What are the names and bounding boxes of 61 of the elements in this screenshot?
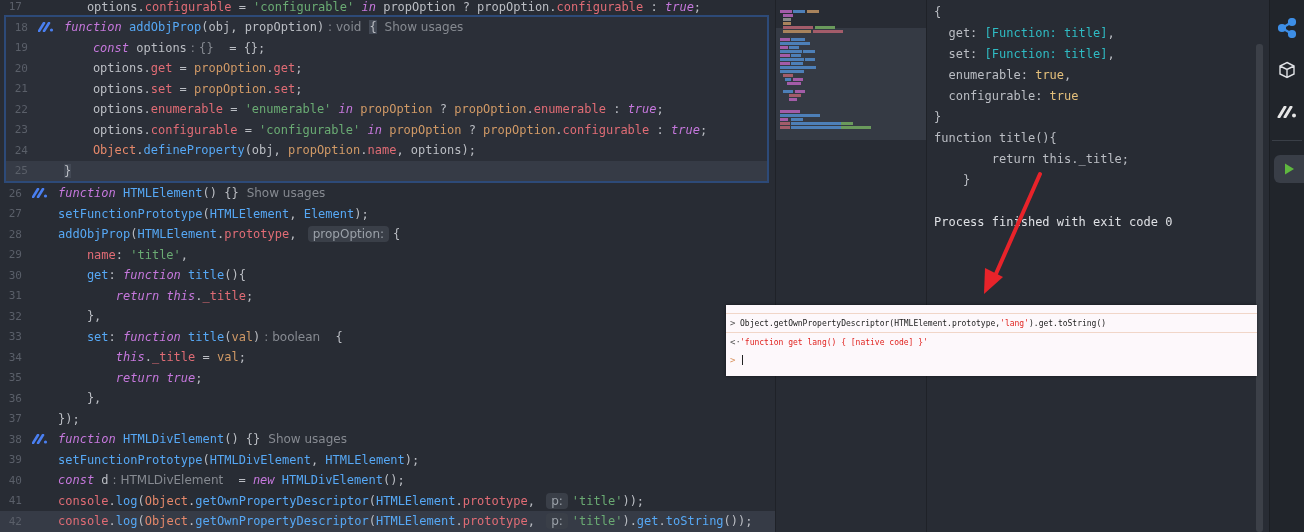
type-hint: : HTMLDivElement [112,473,224,488]
run-button[interactable] [1274,155,1304,183]
console-output-line: { [934,4,943,21]
console-entry: Object.getOwnPropertyDescriptor(HTMLElement.prototype,'lang').get.toString() [740,318,1107,328]
code-text: } [64,163,72,178]
code-text: = {}; [228,40,266,55]
type-hint: : boolean [264,329,321,344]
console-output-line: get: [Function: title], [947,25,1116,42]
code-text: }); [58,411,80,426]
code-text: { [334,329,343,344]
console-output-line: return this._title; [990,151,1131,168]
code-text: addObjProp(HTMLElement.prototype, [58,227,298,242]
code-text: const options [91,40,187,55]
code-text: function HTMLElement() {} [58,186,239,201]
code-text: options.get = propOption.get; [91,61,303,76]
play-icon [1282,162,1296,176]
console-output-line: configurable: true [947,88,1080,105]
prompt-symbol: <· [730,337,740,347]
show-usages-link[interactable]: Show usages [384,20,464,35]
type-hint: : {} [190,40,214,55]
prompt-symbol: > [730,318,737,328]
console-output-line: } [934,109,943,126]
code-text: this._title = val; [114,350,246,365]
code-text: { [369,20,377,35]
code-text: setFunctionPrototype(HTMLDivElement, HTMLElement); [58,452,420,467]
code-text: set: function title(val) [85,329,261,344]
code-text: function HTMLDivElement() {} [58,432,261,447]
console-output-line: enumerable: true, [947,67,1073,84]
console-output-line: } [961,172,972,189]
code-text: options.set = propOption.set; [91,81,303,96]
show-usages-link[interactable]: Show usages [246,186,326,201]
code-text: const d [58,473,109,488]
code-text: = new HTMLDivElement(); [237,473,405,488]
console-entry: 'function get lang() { [native code] }' [740,337,928,347]
type-hint: : void [328,20,362,35]
code-text: options.enumerable = 'enumerable' in propOption ? propOption.enumerable : true; [91,102,664,117]
parameter-hint: p: [546,513,568,530]
parameter-hint: propOption: [307,226,390,243]
code-text: get: function title(){ [85,268,246,283]
code-text: console.log(Object.getOwnPropertyDescriptor(HTMLElement.prototype, [58,493,536,508]
code-text: options.configurable = 'configurable' in propOption ? propOption.configurable : true; [85,0,702,14]
code-text: function addObjProp(obj, propOption) [64,20,325,35]
code-text: Object.defineProperty(obj, propOption.name, options); [91,143,476,158]
code-text: }, [85,391,102,406]
code-text: options.configurable = 'configurable' in propOption ? propOption.configurable : true; [91,122,708,137]
console-output-line: set: [Function: title], [947,46,1116,63]
code-text: return true; [114,370,203,385]
code-text: 'title')); [571,493,645,508]
code-text: }, [85,309,102,324]
code-text: { [393,227,401,242]
scrollbar-thumb[interactable] [1256,44,1263,532]
code-text: setFunctionPrototype(HTMLElement, Element); [58,206,369,221]
code-text: return this._title; [114,288,254,303]
show-usages-link[interactable]: Show usages [268,432,347,447]
code-text: console.log(Object.getOwnPropertyDescriptor(HTMLElement.prototype, [58,514,536,529]
parameter-hint: p: [546,492,568,509]
code-text: 'title').get.toString()); [571,514,753,529]
prompt-symbol: > [730,355,737,365]
console-output-line: function title(){ [934,130,1058,147]
code-text: name: 'title', [85,247,189,262]
text-cursor [742,355,743,365]
